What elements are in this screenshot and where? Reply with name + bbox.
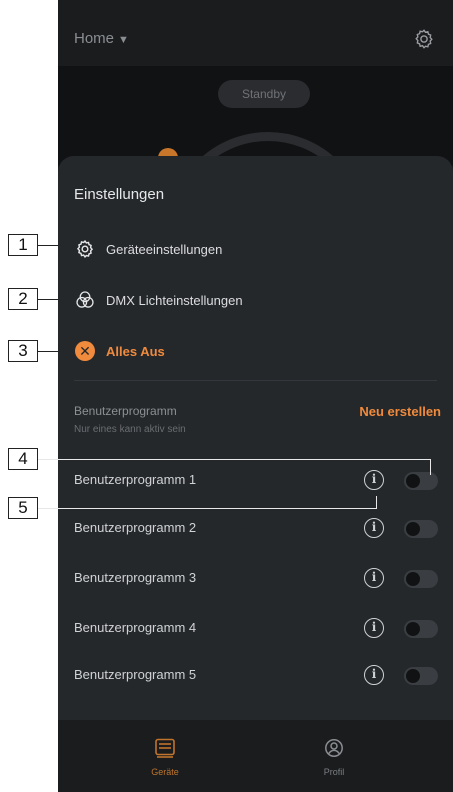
program-toggle[interactable] (404, 520, 438, 538)
callout-5-line-rise (376, 496, 377, 509)
user-programs-header: Benutzerprogramm Nur eines kann aktiv se… (74, 404, 186, 435)
callout-4-line-drop (430, 459, 431, 475)
tab-geraete-label: Geräte (151, 767, 179, 777)
tab-profil[interactable]: Profil (294, 738, 374, 777)
settings-sheet: Einstellungen Geräteeinstellungen DMX Li… (58, 156, 453, 792)
user-programs-hint: Nur eines kann aktiv sein (74, 424, 186, 435)
divider (74, 380, 437, 381)
tab-profil-label: Profil (323, 767, 345, 777)
callout-3: 3 (8, 340, 38, 362)
device-stage: Standby (58, 66, 453, 332)
callout-4: 4 (8, 448, 38, 470)
toggle-thumb (406, 669, 420, 683)
sheet-title: Einstellungen (74, 186, 165, 203)
gear-icon (74, 238, 96, 260)
callout-2-line (38, 299, 60, 300)
home-selector[interactable]: Home ▼ (74, 30, 129, 47)
program-row: Benutzerprogramm 4 i (74, 616, 439, 642)
program-name: Benutzerprogramm 2 (74, 520, 197, 535)
callout-1-line (38, 245, 60, 246)
home-title: Home (74, 30, 115, 47)
callout-1: 1 (8, 234, 38, 256)
menu-dmx-settings-label: DMX Lichteinstellungen (106, 292, 243, 308)
top-bar: Home ▼ (58, 0, 453, 66)
menu-device-settings[interactable]: Geräteeinstellungen (74, 234, 222, 264)
standby-button[interactable]: Standby (218, 80, 310, 108)
callout-3-line (38, 351, 60, 352)
device-icon (155, 738, 175, 758)
tab-geraete[interactable]: Geräte (125, 738, 205, 777)
program-name: Benutzerprogramm 3 (74, 570, 197, 585)
info-icon[interactable]: i (364, 518, 384, 538)
close-circle-icon-wrap: ✕ (74, 340, 96, 362)
gear-icon[interactable] (413, 28, 435, 50)
info-icon[interactable]: i (364, 470, 384, 490)
menu-device-settings-label: Geräteeinstellungen (106, 241, 223, 257)
menu-all-off[interactable]: ✕ Alles Aus (74, 336, 165, 366)
toggle-thumb (406, 474, 420, 488)
phone-screen: Home ▼ Standby Einstellungen Geräteeinste… (58, 0, 453, 792)
program-toggle[interactable] (404, 667, 438, 685)
program-row: Benutzerprogramm 1 i (74, 468, 439, 494)
program-toggle[interactable] (404, 620, 438, 638)
toggle-thumb (406, 622, 420, 636)
toggle-thumb (406, 572, 420, 586)
callout-5-line (38, 508, 376, 509)
bottom-tab-bar: Geräte Profil (58, 720, 453, 792)
profile-icon (325, 739, 343, 757)
user-programs-title: Benutzerprogramm (74, 404, 177, 418)
callout-2: 2 (8, 288, 38, 310)
chevron-down-icon: ▼ (118, 34, 129, 46)
info-icon[interactable]: i (364, 568, 384, 588)
menu-dmx-settings[interactable]: DMX Lichteinstellungen (74, 285, 243, 315)
toggle-thumb (406, 522, 420, 536)
close-circle-icon: ✕ (75, 341, 95, 361)
program-row: Benutzerprogramm 3 i (74, 566, 439, 592)
menu-all-off-label: Alles Aus (106, 343, 165, 359)
callout-4-line (38, 459, 431, 460)
program-row: Benutzerprogramm 5 i (74, 663, 439, 689)
program-name: Benutzerprogramm 5 (74, 667, 197, 682)
program-row: Benutzerprogramm 2 i (74, 516, 439, 542)
program-name: Benutzerprogramm 1 (74, 472, 197, 487)
info-icon[interactable]: i (364, 665, 384, 685)
callout-5: 5 (8, 497, 38, 519)
program-name: Benutzerprogramm 4 (74, 620, 197, 635)
info-icon[interactable]: i (364, 618, 384, 638)
program-toggle[interactable] (404, 570, 438, 588)
new-program-button[interactable]: Neu erstellen (359, 404, 441, 419)
rgb-circles-icon (74, 289, 96, 311)
program-toggle[interactable] (404, 472, 438, 490)
